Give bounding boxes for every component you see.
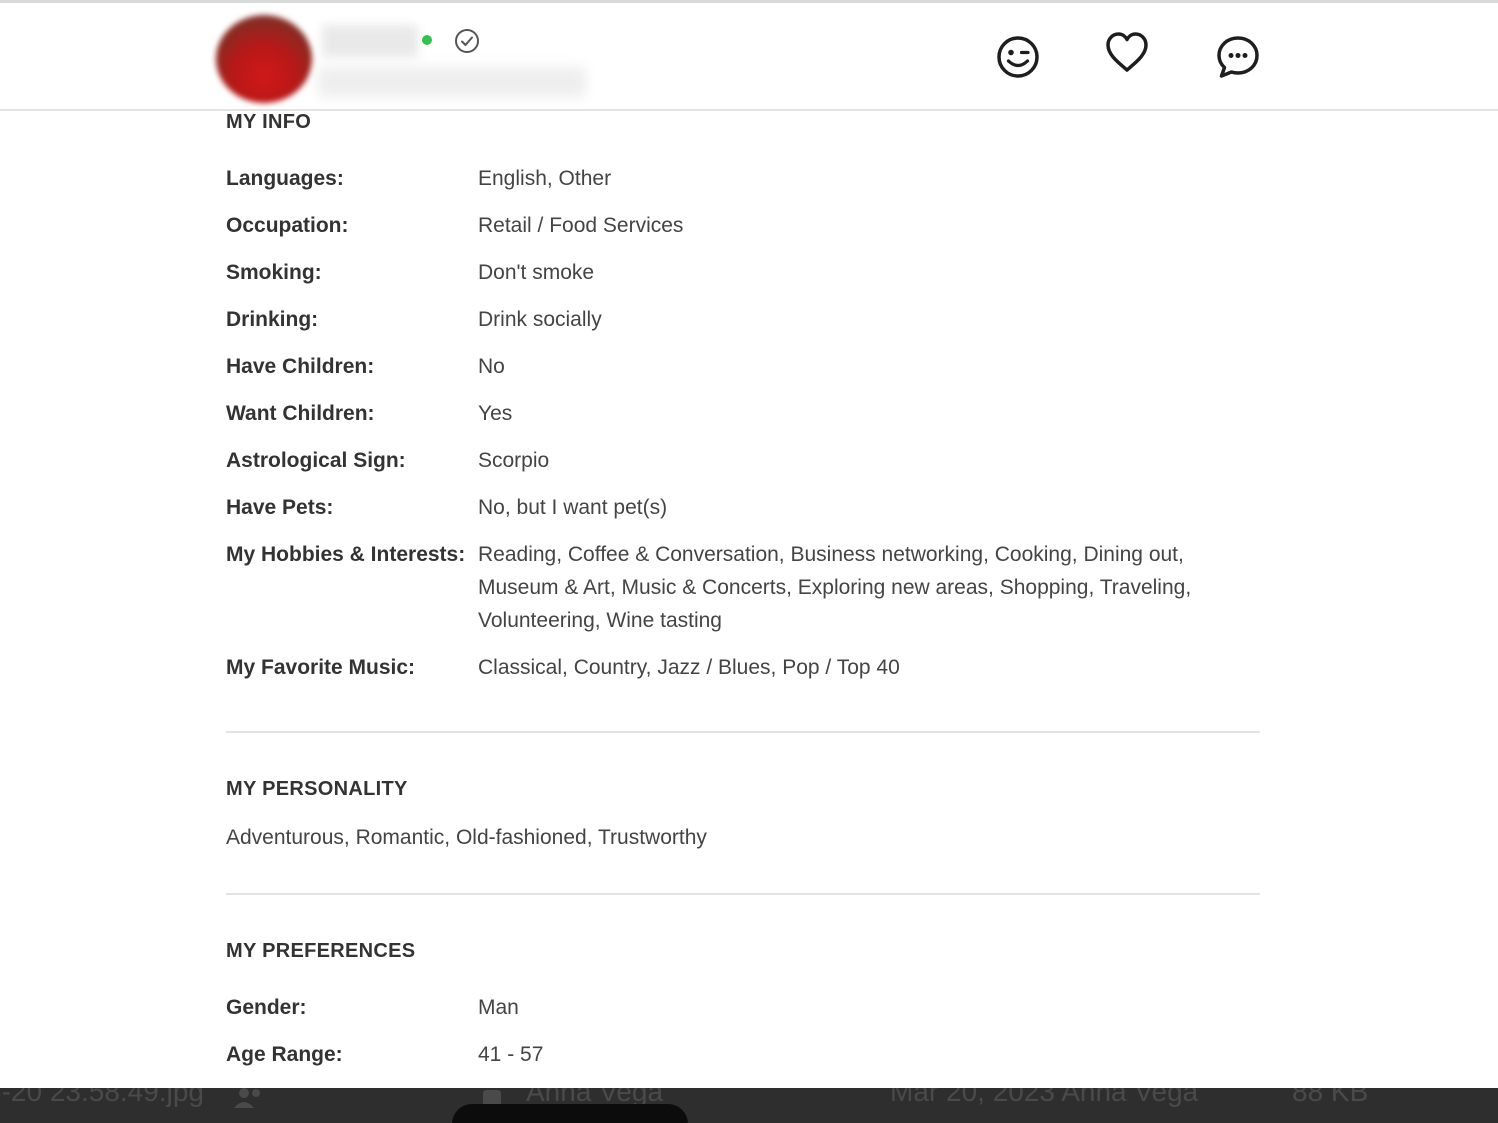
info-value: Classical, Country, Jazz / Blues, Pop / …: [478, 656, 900, 679]
wink-smiley-icon[interactable]: [994, 33, 1042, 81]
info-label: Drinking:: [226, 308, 319, 331]
file-size: 88 KB: [1292, 1088, 1369, 1107]
section-title-my-personality: MY PERSONALITY: [226, 778, 408, 800]
info-label: Astrological Sign:: [226, 449, 406, 472]
info-value: Reading, Coffee & Conversation, Business…: [478, 543, 1192, 632]
profile-meta-redacted: [318, 67, 586, 97]
personality-traits: Adventurous, Romantic, Old-fashioned, Tr…: [226, 826, 707, 849]
pref-label: Age Range:: [226, 1043, 343, 1066]
info-row-smoking: Smoking: Don't smoke: [226, 256, 1260, 289]
profile-name-redacted: [322, 25, 418, 57]
info-row-drinking: Drinking: Drink socially: [226, 303, 1260, 336]
avatar[interactable]: [216, 15, 312, 103]
info-value: No, but I want pet(s): [478, 496, 668, 519]
pref-value: 41 - 57: [478, 1043, 544, 1066]
section-title-my-info: MY INFO: [226, 111, 312, 133]
info-value: Retail / Food Services: [478, 214, 684, 237]
file-modified: Mar 20, 2023 Anna Vega: [890, 1088, 1199, 1107]
pref-row-gender: Gender: Man: [226, 991, 1260, 1024]
section-divider: [226, 731, 1260, 733]
info-value: Drink socially: [478, 308, 602, 331]
section-divider: [226, 893, 1260, 895]
background-file-browser-row: 3-20 23.58.49.jpg Anna Vega Mar 20, 2023…: [0, 1088, 1498, 1123]
chat-bubble-icon[interactable]: [1214, 33, 1262, 81]
info-row-languages: Languages: English, Other: [226, 162, 1260, 195]
file-name: 3-20 23.58.49.jpg: [0, 1088, 204, 1107]
preferences-list: Gender: Man Age Range: 41 - 57: [226, 991, 1260, 1071]
info-value: Don't smoke: [478, 261, 595, 284]
online-status-dot: [422, 35, 432, 45]
info-value: Scorpio: [478, 449, 550, 472]
pref-label: Gender:: [226, 996, 307, 1019]
info-row-occupation: Occupation: Retail / Food Services: [226, 209, 1260, 242]
info-row-favorite-music: My Favorite Music: Classical, Country, J…: [226, 651, 1260, 684]
pref-value: Man: [478, 996, 519, 1019]
home-indicator-pill: [452, 1104, 688, 1123]
section-title-my-preferences: MY PREFERENCES: [226, 940, 416, 962]
pref-row-age-range: Age Range: 41 - 57: [226, 1038, 1260, 1071]
profile-header: [0, 3, 1498, 111]
info-label: Have Pets:: [226, 496, 334, 519]
info-label: Smoking:: [226, 261, 322, 284]
info-value: No: [478, 355, 505, 378]
info-label: Have Children:: [226, 355, 375, 378]
info-row-have-pets: Have Pets: No, but I want pet(s): [226, 491, 1260, 524]
info-row-hobbies-interests: My Hobbies & Interests: Reading, Coffee …: [226, 538, 1260, 637]
info-row-have-children: Have Children: No: [226, 350, 1260, 383]
info-label: Want Children:: [226, 402, 375, 425]
verified-check-icon: [455, 29, 479, 53]
my-info-list: Languages: English, Other Occupation: Re…: [226, 162, 1260, 684]
info-row-want-children: Want Children: Yes: [226, 397, 1260, 430]
shared-users-icon: [234, 1088, 260, 1108]
info-row-astrological-sign: Astrological Sign: Scorpio: [226, 444, 1260, 477]
info-value: Yes: [478, 402, 513, 425]
info-label: My Favorite Music:: [226, 656, 416, 679]
info-label: Languages:: [226, 167, 344, 190]
info-label: Occupation:: [226, 214, 349, 237]
heart-icon[interactable]: [1103, 29, 1151, 77]
info-value: English, Other: [478, 167, 612, 190]
profile-content: MY INFO Languages: English, Other Occupa…: [226, 109, 1260, 1071]
info-label: My Hobbies & Interests:: [226, 543, 466, 566]
